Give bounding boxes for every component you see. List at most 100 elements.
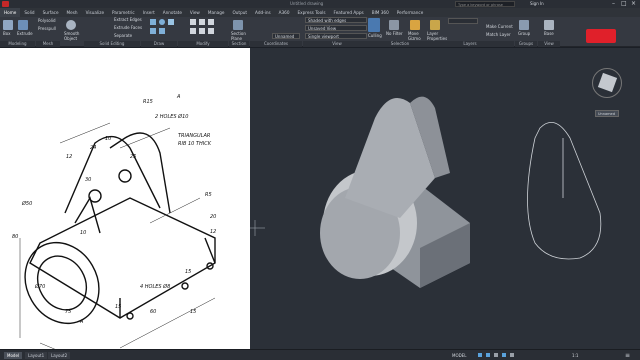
presspull-button[interactable]: Presspull <box>38 26 56 31</box>
tab-manage[interactable]: Manage <box>204 8 229 17</box>
tab-mesh[interactable]: Mesh <box>63 8 82 17</box>
group-button[interactable]: Group <box>518 31 530 36</box>
arc-icon[interactable] <box>159 28 165 34</box>
match-layer-button[interactable]: Match Layer <box>486 32 511 37</box>
make-current-button[interactable]: Make Current <box>486 24 513 29</box>
section-plane-button[interactable]: Section Plane <box>231 31 247 41</box>
tab-featured-apps[interactable]: Featured Apps <box>330 8 368 17</box>
close-icon[interactable]: × <box>631 0 636 7</box>
snap-icon[interactable] <box>486 353 490 357</box>
array-icon[interactable] <box>208 28 214 34</box>
panel-title-section: Section <box>229 41 249 47</box>
viewcube[interactable] <box>592 68 622 98</box>
grid-icon[interactable] <box>478 353 482 357</box>
extrude-faces-button[interactable]: Extrude Faces <box>114 25 142 30</box>
visual-style-dropdown[interactable]: Shaded with edges <box>305 17 367 23</box>
dim-label: 24 <box>90 145 96 151</box>
tab-insert[interactable]: Insert <box>139 8 159 17</box>
tab-performance[interactable]: Performance <box>393 8 428 17</box>
tab-a360[interactable]: A360 <box>275 8 294 17</box>
panel-title-solid-editing: Solid Editing <box>84 41 140 47</box>
culling-button[interactable]: Culling <box>368 33 382 38</box>
layer-properties-button[interactable]: Layer Properties <box>427 31 447 41</box>
panel-title-modeling: Modeling <box>0 41 35 47</box>
box-icon[interactable] <box>3 20 13 30</box>
model-viewport[interactable]: Unnamed <box>250 48 640 349</box>
panel-title-coordinates: Coordinates <box>250 41 302 47</box>
tab-layout1[interactable]: Layout1 <box>25 352 48 359</box>
tab-view[interactable]: View <box>186 8 204 17</box>
tab-visualize[interactable]: Visualize <box>82 8 108 17</box>
panel-title-selection: Selection <box>365 41 435 47</box>
viewport-config-dropdown[interactable]: Single viewport <box>305 33 367 39</box>
move-icon[interactable] <box>190 19 196 25</box>
rectangle-icon[interactable] <box>168 19 174 25</box>
title-bar: Untitled drawing Type a keyword or phras… <box>0 0 640 8</box>
layer-properties-icon[interactable] <box>430 20 440 30</box>
box-button[interactable]: Box <box>3 31 10 36</box>
tab-model[interactable]: Model <box>4 352 23 359</box>
menu-icon[interactable]: ≡ <box>625 352 630 359</box>
tab-parametric[interactable]: Parametric <box>108 8 139 17</box>
smooth-object-button[interactable]: Smooth Object <box>64 31 82 41</box>
fillet-icon[interactable] <box>199 28 205 34</box>
polysolid-button[interactable]: Polysolid <box>38 18 56 23</box>
tab-home[interactable]: Home <box>0 8 21 17</box>
copy-icon[interactable] <box>208 19 214 25</box>
dim-label: 4 HOLES Ø8 <box>140 283 170 290</box>
annotation-scale[interactable]: 1:1 <box>572 353 578 358</box>
separate-button[interactable]: Separate <box>114 33 132 38</box>
section-plane-icon[interactable] <box>233 20 243 30</box>
panel-title-view: View <box>538 41 560 47</box>
move-gizmo-button[interactable]: Move Gizmo <box>408 31 424 41</box>
mirror-icon[interactable] <box>190 28 196 34</box>
tab-surface[interactable]: Surface <box>39 8 63 17</box>
base-icon[interactable] <box>544 20 554 30</box>
ortho-icon[interactable] <box>494 353 498 357</box>
extrude-button[interactable]: Extrude <box>17 31 33 36</box>
tab-bim-360[interactable]: BIM 360 <box>368 8 393 17</box>
smooth-object-icon[interactable] <box>66 20 76 30</box>
sign-in-link[interactable]: Sign In <box>530 1 544 6</box>
maximize-icon[interactable]: □ <box>621 0 627 7</box>
circle-icon[interactable] <box>159 19 165 25</box>
status-bar: Model Layout1 Layout2 MODEL 1:1 ≡ <box>0 349 640 360</box>
polyline-icon[interactable] <box>150 28 156 34</box>
dim-label: 10 <box>80 230 86 236</box>
polar-icon[interactable] <box>502 353 506 357</box>
tab-add-ins[interactable]: Add-ins <box>251 8 275 17</box>
tab-annotate[interactable]: Annotate <box>159 8 186 17</box>
dim-label: R5 <box>205 192 212 198</box>
group-icon[interactable] <box>519 20 529 30</box>
dim-label: 12 <box>210 229 216 235</box>
culling-icon[interactable] <box>368 18 380 32</box>
rotate-icon[interactable] <box>199 19 205 25</box>
draw-modify-tools <box>150 19 225 43</box>
extrude-icon[interactable] <box>18 20 28 30</box>
tab-output[interactable]: Output <box>228 8 251 17</box>
named-view-dropdown[interactable]: Unsaved View <box>305 25 367 31</box>
dim-label: TRIANGULAR <box>178 133 210 139</box>
tab-layout2[interactable]: Layout2 <box>48 352 71 359</box>
dim-label: 75 <box>65 309 71 315</box>
space-indicator[interactable]: MODEL <box>452 353 466 358</box>
base-button[interactable]: Base <box>544 31 554 36</box>
search-input[interactable]: Type a keyword or phrase <box>455 1 515 7</box>
dim-label: 15 <box>190 309 196 315</box>
ucs-dropdown[interactable]: Unnamed <box>272 33 300 39</box>
profile-outline <box>527 121 602 260</box>
ucs-menu[interactable]: Unnamed <box>595 110 619 117</box>
osnap-icon[interactable] <box>510 353 514 357</box>
tab-express-tools[interactable]: Express Tools <box>294 8 330 17</box>
line-icon[interactable] <box>150 19 156 25</box>
no-filter-dropdown[interactable]: No Filter <box>386 31 403 36</box>
extract-edges-button[interactable]: Extract Edges <box>114 17 142 22</box>
dim-label: 80 <box>12 234 18 240</box>
app-logo-icon[interactable] <box>2 1 9 7</box>
layer-dropdown[interactable] <box>448 18 478 24</box>
viewcube-cube-icon[interactable] <box>597 72 618 93</box>
move-gizmo-icon[interactable] <box>410 20 420 30</box>
minimize-icon[interactable]: – <box>612 0 615 7</box>
filter-icon[interactable] <box>389 20 399 30</box>
tab-solid[interactable]: Solid <box>20 8 38 17</box>
